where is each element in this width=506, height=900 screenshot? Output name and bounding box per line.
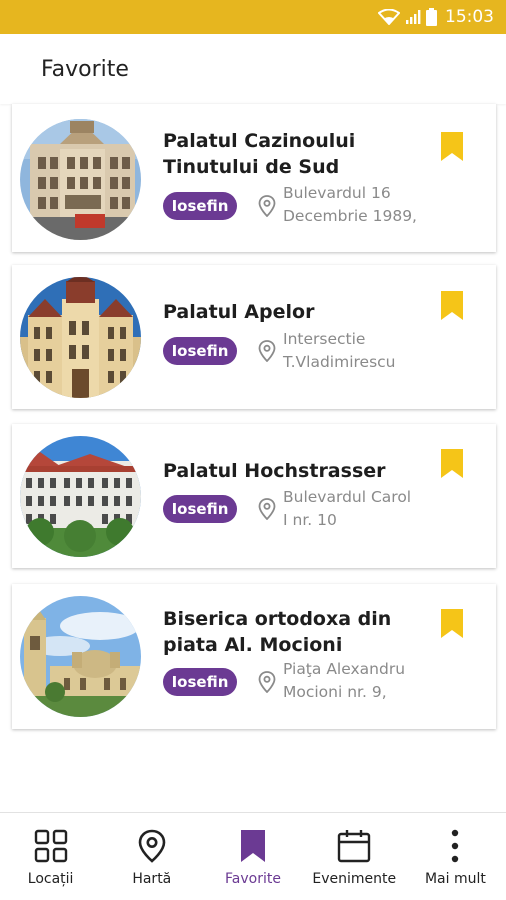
address-line: I nr. 10: [283, 511, 337, 529]
more-vertical-icon: [437, 828, 473, 864]
nav-label: Mai mult: [424, 871, 486, 887]
nav-item-locatii[interactable]: Locații: [0, 813, 101, 900]
place-title: Palatul Cazinoului Tinutului de Sud: [163, 128, 403, 180]
map-pin-icon: [134, 828, 170, 864]
place-title-line: Palatul Apelor: [163, 301, 315, 323]
address-line: Intersectie: [283, 330, 366, 348]
status-bar: 15:03: [0, 0, 506, 34]
bottom-nav: Locații Hartă Favorite Evenimente Mai mu…: [0, 812, 506, 900]
bookmark-icon[interactable]: [440, 609, 464, 639]
district-badge: Iosefin: [163, 192, 237, 220]
nav-label: Favorite: [225, 871, 281, 887]
bookmark-icon[interactable]: [440, 132, 464, 162]
nav-label: Hartă: [132, 871, 172, 887]
address-line: Piaţa Alexandru: [283, 660, 406, 678]
bookmark-icon[interactable]: [440, 291, 464, 321]
status-time: 15:03: [445, 7, 494, 27]
location-pin-icon: [258, 498, 276, 520]
place-address: Intersectie T.Vladimirescu: [283, 328, 433, 374]
favorite-card[interactable]: Biserica ortodoxa din piata Al. Mocioni …: [12, 584, 496, 729]
favorite-card[interactable]: Palatul Apelor Iosefin Intersectie T.Vla…: [12, 265, 496, 409]
battery-icon: [426, 8, 437, 26]
district-badge: Iosefin: [163, 495, 237, 523]
place-thumbnail: [20, 119, 141, 240]
page-title: Favorite: [41, 56, 129, 82]
place-title-line: Biserica ortodoxa din: [163, 608, 392, 630]
location-pin-icon: [258, 340, 276, 362]
app-bar: Favorite: [0, 34, 506, 104]
signal-icon: [406, 10, 421, 24]
location-pin-icon: [258, 195, 276, 217]
nav-item-mai-mult[interactable]: Mai mult: [405, 813, 506, 900]
favorite-card[interactable]: Palatul Hochstrasser Iosefin Bulevardul …: [12, 424, 496, 568]
address-line: T.Vladimirescu: [283, 353, 396, 371]
grid-icon: [33, 828, 69, 864]
address-line: Bulevardul Carol: [283, 488, 412, 506]
place-title-line: piata Al. Mocioni: [163, 634, 343, 656]
place-address: Piaţa Alexandru Mocioni nr. 9,: [283, 658, 433, 704]
nav-item-harta[interactable]: Hartă: [101, 813, 202, 900]
place-title: Palatul Hochstrasser: [163, 458, 403, 484]
district-badge: Iosefin: [163, 337, 237, 365]
district-badge: Iosefin: [163, 668, 237, 696]
nav-item-favorite[interactable]: Favorite: [202, 813, 303, 900]
place-title-line: Palatul Cazinoului: [163, 130, 356, 152]
place-thumbnail: [20, 436, 141, 557]
address-line: Bulevardul 16: [283, 184, 391, 202]
bookmark-icon: [235, 828, 271, 864]
place-thumbnail: [20, 596, 141, 717]
wifi-icon: [378, 9, 400, 25]
address-line: Mocioni nr. 9,: [283, 683, 387, 701]
place-thumbnail: [20, 277, 141, 398]
calendar-icon: [336, 828, 372, 864]
place-title-line: Palatul Hochstrasser: [163, 460, 386, 482]
nav-item-evenimente[interactable]: Evenimente: [304, 813, 405, 900]
favorite-card[interactable]: Palatul Cazinoului Tinutului de Sud Iose…: [12, 104, 496, 252]
location-pin-icon: [258, 671, 276, 693]
place-title-line: Tinutului de Sud: [163, 156, 340, 178]
place-address: Bulevardul 16 Decembrie 1989,: [283, 182, 433, 228]
nav-label: Evenimente: [312, 871, 397, 887]
bookmark-icon[interactable]: [440, 449, 464, 479]
place-address: Bulevardul Carol I nr. 10: [283, 486, 433, 532]
nav-label: Locații: [27, 871, 74, 887]
address-line: Decembrie 1989,: [283, 207, 417, 225]
place-title: Palatul Apelor: [163, 299, 403, 325]
place-title: Biserica ortodoxa din piata Al. Mocioni: [163, 606, 403, 658]
